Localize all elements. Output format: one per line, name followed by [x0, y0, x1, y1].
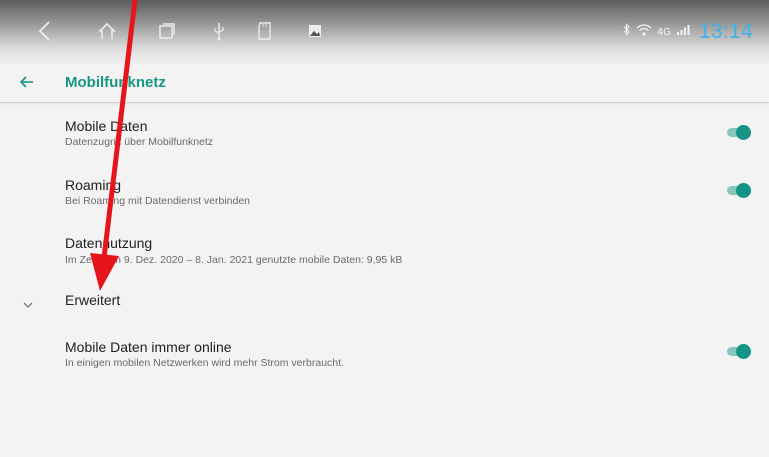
chevron-down-icon[interactable]: [22, 296, 36, 308]
app-toolbar: Mobilfunknetz: [0, 64, 769, 103]
status-clock: 13:14: [698, 20, 753, 43]
roaming-toggle[interactable]: [725, 180, 751, 200]
page-title: Mobilfunknetz: [65, 74, 166, 91]
pref-always-online[interactable]: Mobile Daten immer online In einigen mob…: [0, 326, 769, 378]
pref-summary: Datenzugriff über Mobilfunknetz: [65, 136, 214, 148]
pref-data-usage[interactable]: Datennutzung Im Zeitraum 9. Dez. 2020 – …: [0, 222, 769, 278]
pref-title: Roaming: [65, 177, 122, 193]
pref-roaming[interactable]: Roaming Bei Roaming mit Datendienst verb…: [0, 164, 769, 218]
mobile-data-toggle[interactable]: [725, 122, 751, 142]
always-online-toggle[interactable]: [725, 341, 751, 361]
bluetooth-icon: [623, 23, 631, 41]
recent-apps-icon[interactable]: [150, 14, 184, 48]
network-type: 4G: [656, 26, 671, 38]
pref-summary: In einigen mobilen Netzwerken wird mehr …: [65, 357, 344, 369]
section-advanced[interactable]: Erweitert: [65, 292, 120, 308]
wifi-icon: [636, 23, 652, 41]
usb-icon: [202, 14, 236, 48]
back-icon[interactable]: [28, 14, 62, 48]
pref-mobile-data[interactable]: Mobile Daten Datenzugriff über Mobilfunk…: [0, 104, 769, 158]
sd-card-icon: [248, 14, 282, 48]
pref-summary: Bei Roaming mit Datendienst verbinden: [65, 195, 251, 207]
signal-icon: [676, 23, 690, 41]
pref-title: Mobile Daten immer online: [65, 339, 232, 355]
pref-title: Mobile Daten: [65, 118, 148, 134]
home-icon[interactable]: [90, 14, 124, 48]
image-icon: [298, 14, 332, 48]
arrow-left-icon[interactable]: [19, 74, 41, 92]
system-status-bar: 4G 13:14: [0, 0, 769, 64]
pref-summary: Im Zeitraum 9. Dez. 2020 – 8. Jan. 2021 …: [65, 254, 403, 266]
pref-title: Datennutzung: [65, 235, 153, 251]
status-indicators: 4G 13:14: [623, 14, 753, 50]
